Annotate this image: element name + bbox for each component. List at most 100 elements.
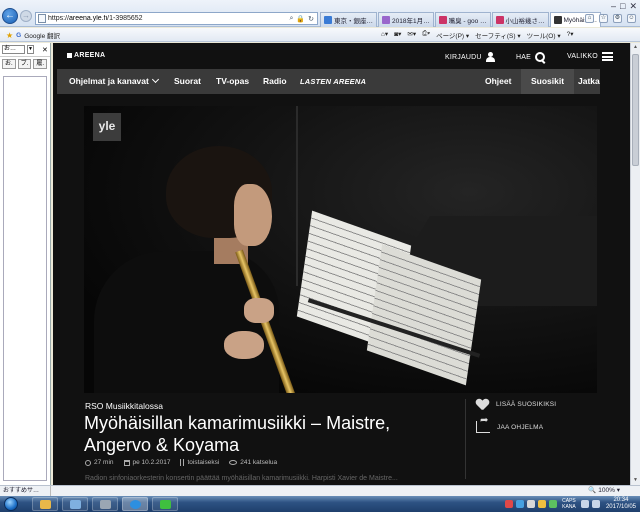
- side-panel-status[interactable]: おすすめサ…: [0, 486, 51, 496]
- google-icon: G: [16, 31, 22, 39]
- share-button[interactable]: JAA OHJELMA: [476, 415, 543, 433]
- mail-icon[interactable]: ✉▾: [407, 30, 416, 40]
- calendar-icon: [123, 459, 130, 466]
- program-description: Radion sinfoniaorkesterin konsertin päät…: [85, 475, 398, 482]
- browser-tab[interactable]: 東京・銀座…: [320, 12, 377, 27]
- browser-status-bar: おすすめサ… 🔍 100% ▾: [0, 485, 640, 496]
- taskbar-app-mail[interactable]: [92, 497, 118, 511]
- nav-item-lasten-areena[interactable]: LASTEN AREENA: [300, 69, 366, 94]
- hamburger-menu-icon: [601, 52, 613, 61]
- favorites-star-icon[interactable]: ★: [6, 31, 13, 40]
- address-url[interactable]: https://areena.yle.fi/1-3985652: [48, 15, 287, 22]
- speaker-icon[interactable]: [591, 500, 600, 508]
- favorites-star-icon[interactable]: ☆: [599, 14, 608, 23]
- line-icon: [160, 500, 171, 509]
- browser-tab[interactable]: 嘴臭 - goo …: [434, 12, 491, 27]
- ime-indicator[interactable]: CAPS KANA: [560, 498, 578, 510]
- search-icon: [535, 52, 546, 63]
- taskbar-app-ie[interactable]: [122, 497, 148, 511]
- smiley-icon[interactable]: ☺: [627, 14, 636, 23]
- safety-menu[interactable]: セーフティ(S) ▾: [475, 30, 520, 40]
- side-panel-buttons: お. ブ. 履.: [0, 57, 50, 71]
- taskbar-app-explorer[interactable]: [62, 497, 88, 511]
- home-icon[interactable]: ⌂▾: [381, 30, 388, 40]
- search-button[interactable]: HAE: [516, 52, 546, 63]
- scrollbar-thumb[interactable]: [632, 54, 639, 166]
- refresh-icon[interactable]: ↻: [308, 15, 314, 23]
- browser-icons: ⌂ ☆ ⚙ ☺: [585, 14, 636, 23]
- divider: [465, 399, 466, 479]
- logo-square-icon: [67, 53, 72, 58]
- add-favorite-button[interactable]: LISÄÄ SUOSIKIKSI: [476, 399, 556, 410]
- folder-icon: [40, 500, 51, 509]
- person-icon: [485, 52, 495, 62]
- back-button[interactable]: ←: [2, 8, 18, 24]
- taskbar-clock[interactable]: 20:34 2017/10/05: [606, 497, 636, 511]
- login-button[interactable]: KIRJAUDU: [445, 52, 495, 62]
- program-series[interactable]: RSO Musiikkitalossa: [85, 401, 163, 411]
- address-bar[interactable]: https://areena.yle.fi/1-3985652 ⌕ 🔒 ↻: [35, 12, 318, 25]
- nav-item-suosikit[interactable]: Suosikit: [521, 69, 575, 94]
- browser-address-bar-area: ← → https://areena.yle.fi/1-3985652 ⌕ 🔒 …: [0, 0, 640, 27]
- tray-icon[interactable]: [537, 500, 546, 508]
- nav-item-suorat[interactable]: Suorat: [174, 69, 201, 94]
- taskbar-app-folder[interactable]: [32, 497, 58, 511]
- side-panel-button[interactable]: ブ.: [17, 59, 32, 69]
- page-icon: [38, 14, 46, 23]
- duration: 27 min: [85, 459, 114, 466]
- side-panel-button[interactable]: 履.: [33, 59, 48, 69]
- rss-icon[interactable]: ◙▾: [394, 30, 401, 40]
- internet-explorer-icon: [130, 500, 141, 509]
- home-icon[interactable]: ⌂: [585, 14, 594, 23]
- forward-button[interactable]: →: [20, 10, 32, 22]
- maximize-icon[interactable]: □: [620, 1, 625, 12]
- nav-item-jatka[interactable]: Jatka: [578, 69, 600, 94]
- page-scrollbar[interactable]: ▲ ▼: [630, 43, 640, 485]
- program-title: Myöhäisillan kamarimusiikki – Maistre, A…: [84, 413, 391, 455]
- browser-tab[interactable]: 小山裕幾さ…: [491, 12, 549, 27]
- nav-item-ohjelmat[interactable]: Ohjelmat ja kanavat: [69, 69, 159, 94]
- help-icon[interactable]: ?▾: [567, 30, 574, 40]
- video-player[interactable]: yle: [84, 106, 597, 393]
- side-panel-list[interactable]: [3, 76, 47, 481]
- music-stand: [294, 210, 482, 386]
- tray-icon[interactable]: [548, 500, 557, 508]
- search-icon[interactable]: ⌕: [289, 15, 293, 23]
- tab-favicon: [382, 16, 390, 24]
- clock-icon: [85, 459, 91, 466]
- network-icon[interactable]: [580, 500, 589, 508]
- tray-icon[interactable]: [504, 500, 513, 508]
- tab-favicon: [553, 16, 562, 24]
- close-icon[interactable]: ✕: [42, 46, 48, 54]
- flutist-hand: [244, 298, 274, 323]
- start-button[interactable]: [4, 497, 18, 511]
- google-translate[interactable]: ★ G Google 翻訳: [6, 30, 60, 41]
- gear-icon[interactable]: ⚙: [613, 14, 622, 23]
- yle-channel-logo: yle: [93, 113, 121, 141]
- areena-logo[interactable]: AREENA: [67, 52, 105, 59]
- favorites-side-panel: お… ▼ ✕ お. ブ. 履.: [0, 43, 51, 485]
- close-icon[interactable]: ✕: [629, 1, 637, 12]
- hourglass-icon: [180, 459, 185, 466]
- scroll-up-icon[interactable]: ▲: [631, 43, 640, 52]
- nav-item-radio[interactable]: Radio: [263, 69, 287, 94]
- print-icon[interactable]: ⎙▾: [422, 30, 430, 40]
- nav-item-tv-opas[interactable]: TV-opas: [216, 69, 249, 94]
- zoom-level[interactable]: 🔍 100% ▾: [588, 486, 620, 496]
- taskbar-app-line[interactable]: [152, 497, 178, 511]
- site-header: AREENA KIRJAUDU HAE VALIKKO: [53, 43, 630, 69]
- side-panel-button[interactable]: お.: [2, 59, 16, 69]
- tray-icon[interactable]: [526, 500, 535, 508]
- chevron-down-icon[interactable]: ▼: [27, 45, 34, 54]
- lock-icon[interactable]: 🔒: [296, 15, 305, 23]
- menu-button[interactable]: VALIKKO: [567, 52, 613, 61]
- browser-tab[interactable]: 2018年1月…: [378, 12, 434, 27]
- command-menu: ⌂▾ ◙▾ ✉▾ ⎙▾ ページ(P) ▾ セーフティ(S) ▾ ツール(O) ▾…: [381, 30, 574, 40]
- scroll-down-icon[interactable]: ▼: [631, 476, 640, 485]
- nav-item-ohjeet[interactable]: Ohjeet: [485, 69, 511, 94]
- minimize-icon[interactable]: –: [611, 1, 616, 12]
- page-menu[interactable]: ページ(P) ▾: [436, 30, 469, 40]
- tools-menu[interactable]: ツール(O) ▾: [527, 30, 561, 40]
- tray-icon[interactable]: [515, 500, 524, 508]
- side-panel-select[interactable]: お…: [2, 45, 25, 54]
